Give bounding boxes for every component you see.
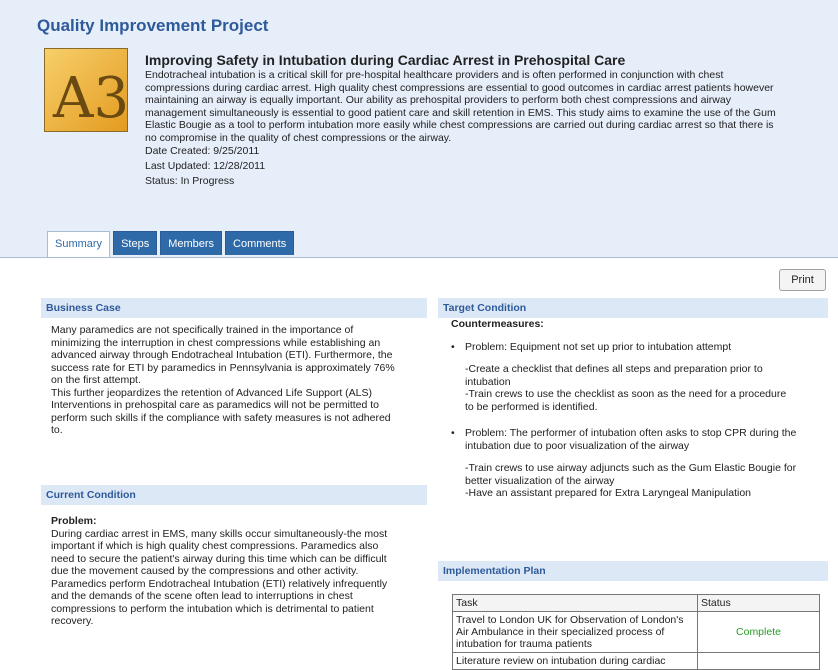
countermeasure-action: -Create a checklist that defines all ste… xyxy=(465,363,763,375)
implementation-plan-table: Task Status Travel to London UK for Obse… xyxy=(452,594,820,670)
business-case-body: Many paramedics are not specifically tra… xyxy=(51,324,427,437)
print-button[interactable]: Print xyxy=(779,269,826,291)
task-line: Literature review on intubation during c… xyxy=(456,655,666,667)
task-line: Air Ambulance in their specialized proce… xyxy=(456,626,665,638)
current-condition-line: Paramedics perform Endotracheal Intubati… xyxy=(51,577,388,590)
current-condition-line: compressions to perform the intubation w… xyxy=(51,602,374,615)
status-cell: Complete xyxy=(697,611,820,653)
countermeasure-action: to be performed is identified. xyxy=(465,400,598,413)
tab-steps[interactable]: Steps xyxy=(113,231,158,255)
implementation-plan-heading: Implementation Plan xyxy=(438,561,828,581)
countermeasure-action: better visualization of the airway xyxy=(465,474,615,487)
project-status: Status: In Progress xyxy=(145,175,235,187)
countermeasure-problem: Problem: Equipment not set up prior to i… xyxy=(465,340,732,353)
table-row: Travel to London UK for Observation of L… xyxy=(452,611,820,653)
countermeasure-action: -Have an assistant prepared for Extra La… xyxy=(465,487,751,499)
business-case-line: Many paramedics are not specifically tra… xyxy=(51,324,354,336)
task-cell: Travel to London UK for Observation of L… xyxy=(452,611,698,653)
project-meta: Date Created: 9/25/2011 Last Updated: 12… xyxy=(145,144,825,189)
project-description: Endotracheal intubation is a critical sk… xyxy=(145,69,825,144)
countermeasure-problem-line: intubation due to poor visualization of … xyxy=(465,439,690,452)
current-condition-heading: Current Condition xyxy=(41,485,427,505)
tab-summary[interactable]: Summary xyxy=(47,231,111,258)
tab-bar: Summary Steps Members Comments xyxy=(47,231,297,258)
countermeasure-action: -Train crews to use airway adjuncts such… xyxy=(465,462,797,474)
description-line: Elastic Bougie as a tool to perform intu… xyxy=(145,119,774,131)
countermeasures-label: Countermeasures: xyxy=(451,318,544,330)
problem-label: Problem: xyxy=(51,515,97,527)
business-case-line: to. xyxy=(51,424,63,436)
bullet-icon: • xyxy=(451,427,455,439)
table-row: Literature review on intubation during c… xyxy=(452,652,820,670)
column-header-task: Task xyxy=(452,594,698,612)
countermeasure-action: -Train crews to use the checklist as soo… xyxy=(465,388,787,400)
description-line: Endotracheal intubation is a critical sk… xyxy=(145,69,724,81)
business-case-heading: Business Case xyxy=(41,298,427,318)
countermeasure-action: intubation xyxy=(465,375,511,388)
bullet-icon: • xyxy=(451,340,455,353)
business-case-line: Interventions in prehospital care as par… xyxy=(51,399,380,411)
current-condition-line: During cardiac arrest in EMS, many skill… xyxy=(51,527,388,540)
task-line: Travel to London UK for Observation of L… xyxy=(456,614,684,626)
business-case-line: on the first attempt. xyxy=(51,374,141,386)
task-line: intubation for trauma patients xyxy=(456,638,592,650)
project-title: Improving Safety in Intubation during Ca… xyxy=(145,52,626,68)
current-condition-line: due the movement caused by the compressi… xyxy=(51,565,359,577)
page-title: Quality Improvement Project xyxy=(37,16,269,35)
business-case-line: success rate for ETI by paramedics in Pe… xyxy=(51,361,395,374)
date-created: Date Created: 9/25/2011 xyxy=(145,145,260,157)
description-line: maintaining an airway is equally importa… xyxy=(145,94,731,106)
current-condition-body: Problem: During cardiac arrest in EMS, m… xyxy=(51,515,427,628)
task-cell: Literature review on intubation during c… xyxy=(452,652,698,670)
status-cell xyxy=(697,652,820,670)
countermeasure-problem: Problem: The performer of intubation oft… xyxy=(465,427,796,452)
description-line: compressions during cardiac arrest. High… xyxy=(145,81,774,94)
project-info: Improving Safety in Intubation during Ca… xyxy=(145,52,825,189)
current-condition-line: and the demands of the scene often lead … xyxy=(51,590,353,602)
column-header-status: Status xyxy=(697,594,820,612)
tab-members[interactable]: Members xyxy=(160,231,223,255)
business-case-line: perform such skills if the compliance wi… xyxy=(51,411,391,424)
last-updated: Last Updated: 12/28/2011 xyxy=(145,160,266,172)
countermeasure-item: • Problem: The performer of intubation o… xyxy=(451,427,828,510)
logo-text: A3 xyxy=(52,66,128,131)
business-case-line: This further jeopardizes the retention o… xyxy=(51,386,373,399)
countermeasure-problem-line: Problem: The performer of intubation oft… xyxy=(465,427,797,439)
current-condition-line: important if which is high quality chest… xyxy=(51,540,379,552)
countermeasure-item: • Problem: Equipment not set up prior to… xyxy=(451,341,828,424)
description-line: no compromise in the quality of chest co… xyxy=(145,131,452,144)
target-condition-heading: Target Condition xyxy=(438,298,828,318)
a3-logo: A3 xyxy=(44,48,128,132)
table-header-row: Task Status xyxy=(452,594,820,612)
business-case-line: minimizing the interruption in chest com… xyxy=(51,336,381,349)
current-condition-line: recovery. xyxy=(51,615,94,627)
tab-comments[interactable]: Comments xyxy=(225,231,295,255)
description-line: management simultaneously is essential t… xyxy=(145,106,776,119)
current-condition-line: need to secure the patient's airway duri… xyxy=(51,552,387,565)
target-condition-body: Countermeasures: • Problem: Equipment no… xyxy=(451,318,828,510)
countermeasure-actions: -Train crews to use airway adjuncts such… xyxy=(465,462,796,500)
business-case-line: advanced airway through Endotracheal Int… xyxy=(51,349,393,361)
countermeasure-actions: -Create a checklist that defines all ste… xyxy=(465,363,786,413)
